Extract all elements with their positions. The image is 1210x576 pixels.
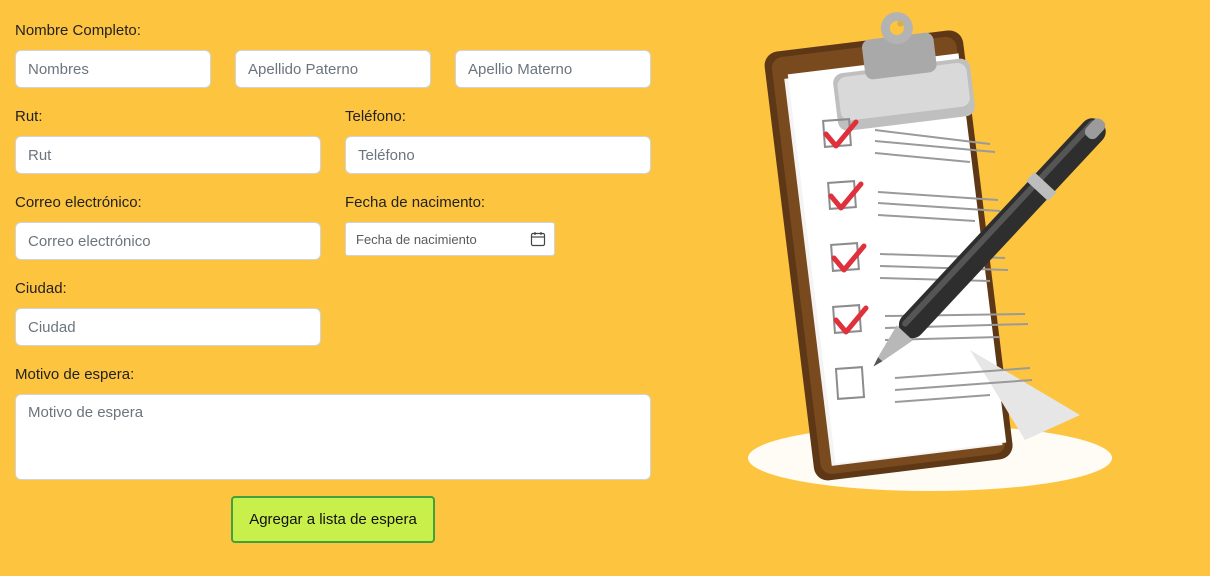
apellido-paterno-input[interactable]: [235, 50, 431, 88]
correo-label: Correo electrónico:: [15, 194, 142, 211]
fecha-nacimiento-input[interactable]: Fecha de nacimiento: [345, 222, 555, 256]
nombres-input[interactable]: [15, 50, 211, 88]
motivo-textarea[interactable]: [15, 394, 651, 480]
nombre-completo-label: Nombre Completo:: [15, 22, 141, 39]
correo-input[interactable]: [15, 222, 321, 260]
telefono-input[interactable]: [345, 136, 651, 174]
apellido-materno-input[interactable]: [455, 50, 651, 88]
fecha-label: Fecha de nacimento:: [345, 194, 486, 211]
rut-input[interactable]: [15, 136, 321, 174]
rut-label: Rut:: [15, 108, 43, 125]
ciudad-label: Ciudad:: [15, 280, 67, 297]
ciudad-input[interactable]: [15, 308, 321, 346]
agregar-lista-espera-button[interactable]: Agregar a lista de espera: [231, 496, 435, 543]
motivo-label: Motivo de espera:: [15, 366, 135, 383]
telefono-label: Teléfono:: [345, 108, 406, 125]
fecha-placeholder: Fecha de nacimiento: [356, 231, 477, 247]
clipboard-checklist-illustration: [748, 12, 1112, 491]
calendar-icon[interactable]: [530, 231, 546, 247]
